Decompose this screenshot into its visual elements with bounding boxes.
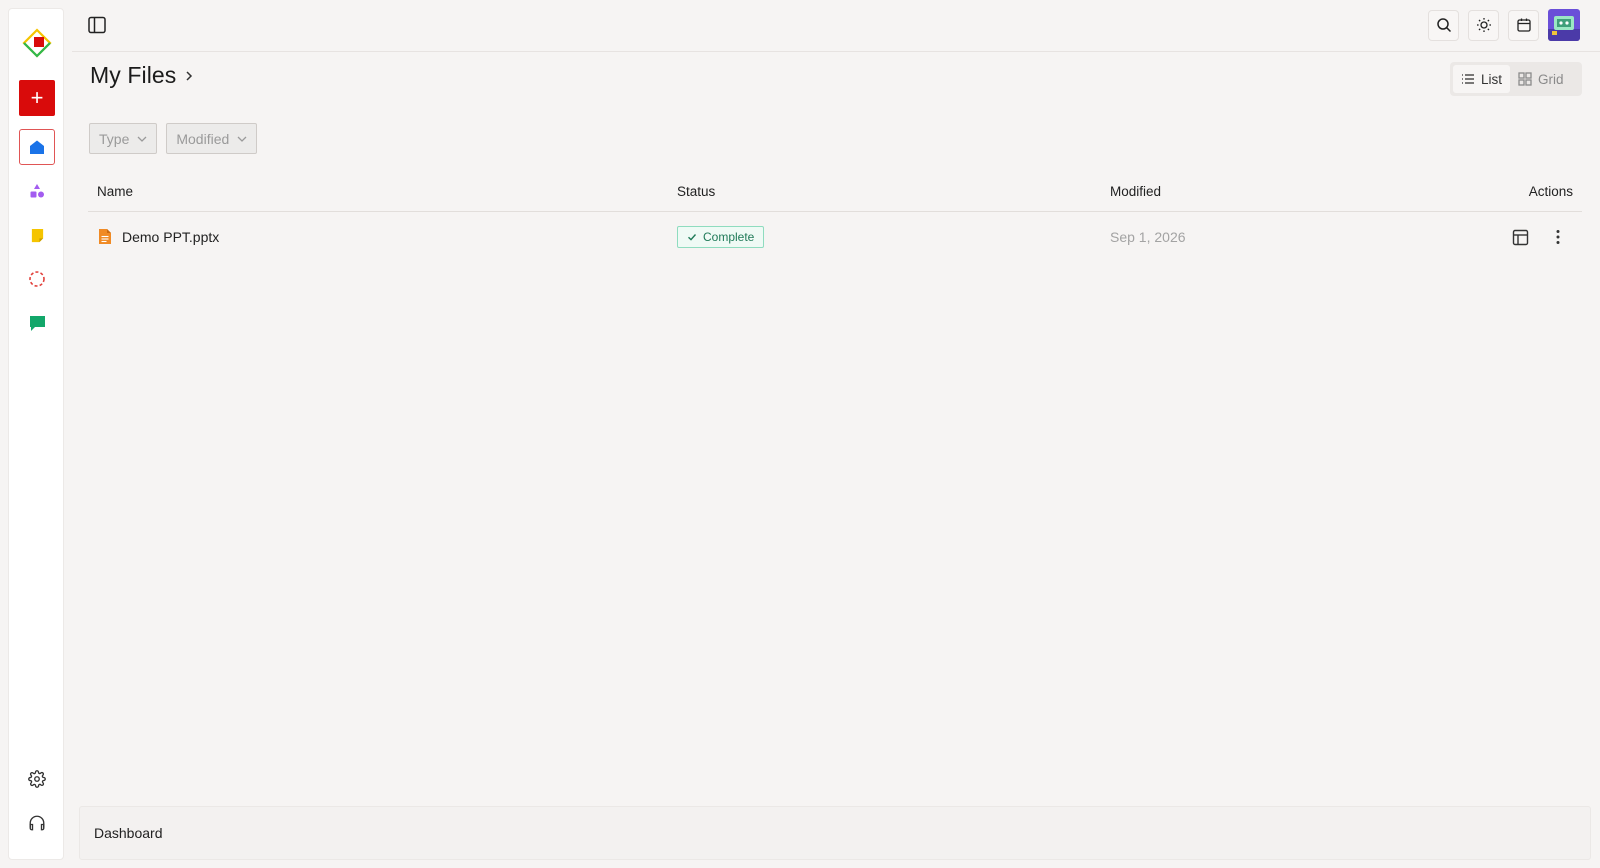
gear-icon [28,770,46,788]
panel-toggle-button[interactable] [86,14,108,36]
avatar[interactable] [1548,9,1580,41]
dashed-circle-icon [29,271,45,287]
column-header-actions: Actions [1528,184,1573,199]
headset-icon [29,815,45,831]
top-actions [1428,9,1580,41]
sidebar-item-support[interactable] [19,805,55,841]
panel-toggle-icon [88,16,106,34]
logo-icon [22,28,52,58]
modified-filter-label: Modified [176,130,230,147]
column-header-status[interactable]: Status [677,184,715,199]
filter-bar: Type Modified [89,123,258,154]
more-options-button[interactable] [1548,225,1568,249]
check-icon [688,234,697,241]
kebab-icon [1556,230,1560,244]
sun-icon [1476,18,1491,32]
files-table: Name Status Modified Actions Demo PPT.pp… [88,176,1582,262]
chat-bubble-icon [29,315,45,331]
table-header: Name Status Modified Actions [88,176,1582,212]
type-filter-dropdown[interactable]: Type [89,123,158,154]
open-preview-button[interactable] [1510,225,1530,249]
column-header-name[interactable]: Name [97,184,133,199]
top-bar [72,0,1600,52]
status-badge: Complete [677,226,765,248]
search-button[interactable] [1428,9,1459,41]
file-name-cell[interactable]: Demo PPT.pptx [98,228,219,245]
list-view-button[interactable]: List [1453,65,1511,93]
sidebar-item-notes[interactable] [19,217,55,253]
sidebar-item-activity[interactable] [19,261,55,297]
layout-icon [1512,229,1528,245]
logo[interactable] [19,25,55,61]
sidebar: + [8,8,64,860]
shapes-icon [30,184,44,198]
footer-bar: Dashboard [79,806,1591,860]
row-actions [1510,225,1568,249]
note-icon [31,228,43,242]
page-title: My Files [90,62,177,88]
plus-icon: + [30,85,44,110]
chevron-right-icon[interactable] [184,70,194,82]
grid-icon [1518,72,1532,86]
view-toggle: List Grid [1450,62,1582,96]
home-icon [30,140,44,154]
footer-dashboard-label[interactable]: Dashboard [94,825,163,841]
add-button[interactable]: + [19,80,55,116]
chevron-down-icon [237,136,247,142]
sidebar-item-home[interactable] [19,129,55,165]
sidebar-item-settings[interactable] [19,761,55,797]
column-header-modified[interactable]: Modified [1110,184,1161,199]
grid-view-button[interactable]: Grid [1510,65,1572,93]
sidebar-item-apps[interactable] [19,173,55,209]
modified-filter-dropdown[interactable]: Modified [166,123,258,154]
modified-date: Sep 1, 2026 [1110,229,1186,245]
list-view-label: List [1481,71,1503,87]
grid-view-label: Grid [1538,71,1564,87]
calendar-icon [1516,18,1531,32]
search-icon [1436,18,1451,33]
avatar-image [1548,9,1580,41]
table-row[interactable]: Demo PPT.pptx Complete Sep 1, 2026 [88,212,1582,262]
document-icon [99,229,111,244]
sidebar-item-chat[interactable] [19,305,55,341]
list-icon [1462,74,1474,84]
theme-toggle-button[interactable] [1468,9,1499,41]
type-filter-label: Type [99,130,130,147]
calendar-button[interactable] [1508,9,1539,41]
file-name: Demo PPT.pptx [122,228,220,245]
chevron-down-icon [137,136,147,142]
status-text: Complete [703,230,755,244]
breadcrumb: My Files [90,62,194,89]
